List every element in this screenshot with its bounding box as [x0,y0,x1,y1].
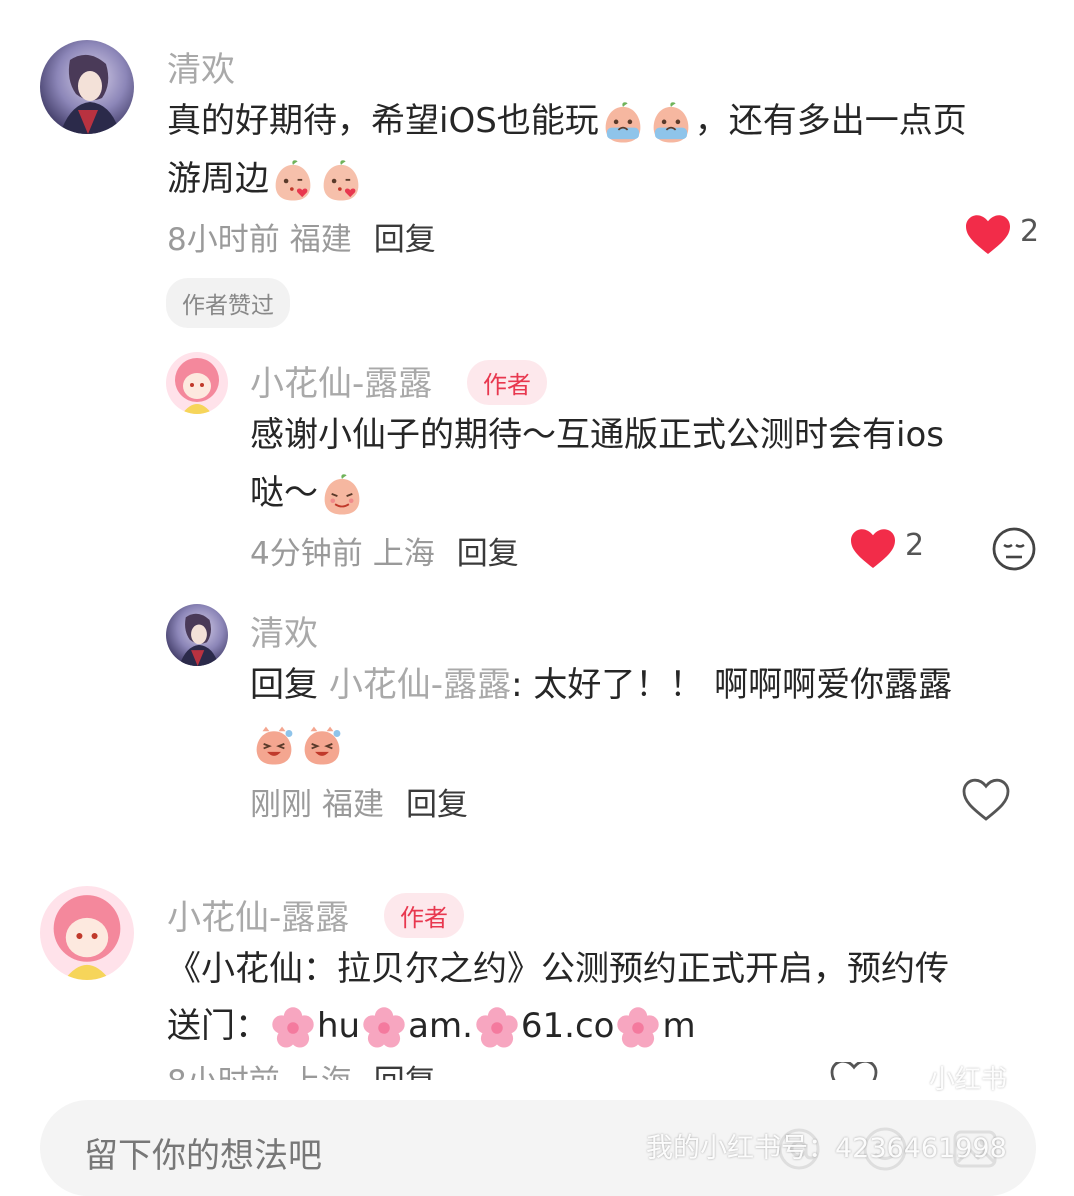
reply-button[interactable]: 回复 [457,536,519,572]
comment-text-part: 送门： [167,1006,269,1046]
reply-text-line [250,714,346,772]
author-badge: 作者 [467,360,547,405]
crying-peach-emoji-icon [648,100,694,146]
heart-outline-icon [962,778,1010,821]
comment-text-part: ，还有多出一点页 [694,101,967,141]
xiaohongshu-watermark-logo: 小红书 [912,1054,1024,1106]
comment-text-part: am. [408,1006,473,1046]
reply-username[interactable]: 清欢 [250,606,318,655]
reply-text-part: 哒～ [250,473,318,513]
like-button[interactable] [964,212,1012,258]
flower-icon [615,1005,661,1051]
comment-text-part: 游周边 [167,159,269,199]
reply-time: 刚刚 [250,787,312,823]
comment-time: 8小时前 [167,1064,280,1080]
avatar[interactable] [166,352,228,414]
comment-text-part: m [662,1006,696,1046]
comment-meta: 8小时前上海 回复 [167,1062,436,1080]
comment-text-line: 游周边 [167,150,365,208]
reply-username[interactable]: 小花仙-露露 [250,356,432,405]
author-liked-tag: 作者赞过 [166,278,290,328]
comment-time: 8小时前 [167,222,280,258]
comment-username[interactable]: 小花仙-露露 [167,890,349,939]
reply-button[interactable]: 回复 [406,787,468,823]
comment-text-part: hu [317,1006,361,1046]
reply-meta: 刚刚 福建 回复 [250,779,468,824]
avatar[interactable] [40,886,134,980]
crying-peach-emoji-icon [600,100,646,146]
like-button[interactable] [849,526,897,572]
comment-username[interactable]: 清欢 [167,42,235,91]
reply-text-line: 哒～ [250,464,366,522]
avatar[interactable] [166,604,228,666]
comment-text-line: 送门： hu am. 61.co m [167,997,696,1055]
comment-text: 《小花仙：拉贝尔之约》公测预约正式开启，预约传 [167,949,949,989]
reply-button[interactable]: 回复 [374,1064,436,1080]
comment-input[interactable]: 留下你的想法吧 [84,1128,322,1177]
avatar[interactable] [40,40,134,134]
comment-text-part: 真的好期待，希望iOS也能玩 [167,101,599,141]
reply-to-user[interactable]: 小花仙-露露 [329,665,511,705]
comment-text: 真的好期待，希望iOS也能玩 ，还有多出一点页 [167,92,967,150]
reply-button[interactable]: 回复 [374,222,436,258]
comment-location: 福建 [289,222,352,258]
like-count: 2 [905,528,925,563]
heart-outline-icon[interactable] [830,1062,878,1080]
avatar-image [175,358,219,414]
author-badge: 作者 [384,893,464,938]
comment-location: 上海 [290,1064,352,1080]
avatar-image [53,895,121,980]
reply-prefix: 回复 [250,665,318,705]
laughing-peach-emoji-icon [251,722,297,768]
like-button[interactable] [962,777,1010,823]
account-id-watermark: 我的小红书号：4236461998 [646,1133,1007,1164]
kiss-peach-emoji-icon [318,158,364,204]
flower-icon [270,1005,316,1051]
reply-meta: 4分钟前 上海 回复 [250,528,519,573]
dislike-button[interactable] [991,526,1037,572]
reply-time: 4分钟前 [250,536,363,572]
reply-text: 回复 小花仙-露露: 太好了！！ 啊啊啊爱你露露 [250,656,952,714]
reply-location: 福建 [322,787,384,823]
reply-text-part: : 太好了！！ 啊啊啊爱你露露 [511,665,953,705]
heart-filled-icon [851,529,895,568]
reply-location: 上海 [372,536,435,572]
heart-filled-icon [966,215,1010,254]
avatar-image [60,54,120,134]
laughing-peach-emoji-icon [299,722,345,768]
comment-text-part: 61.co [520,1006,615,1046]
meh-face-icon [992,527,1036,571]
kiss-peach-emoji-icon [270,158,316,204]
comment-meta: 8小时前 福建 回复 [167,214,436,259]
flower-icon [474,1005,520,1051]
flower-icon [361,1005,407,1051]
shy-peach-emoji-icon [319,472,365,518]
avatar-image [179,613,219,666]
reply-text: 感谢小仙子的期待～互通版正式公测时会有ios [250,415,944,455]
like-count: 2 [1020,214,1040,249]
